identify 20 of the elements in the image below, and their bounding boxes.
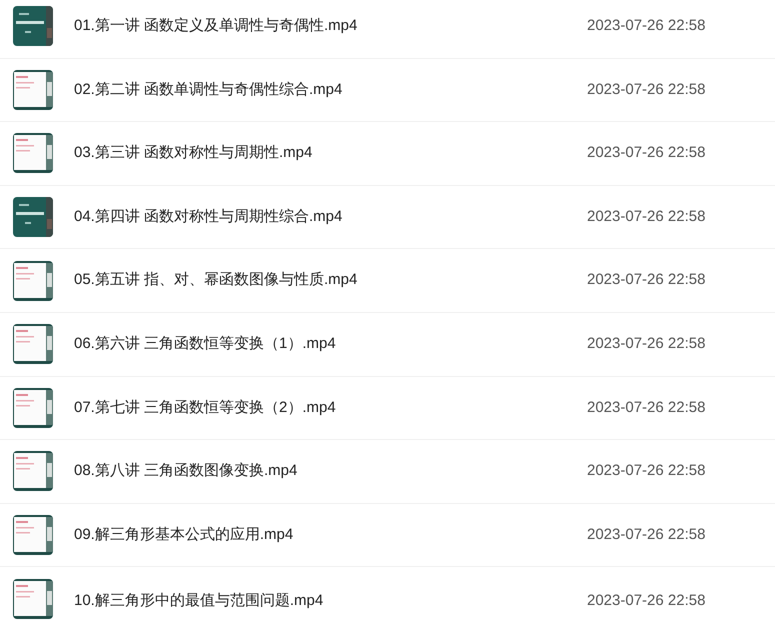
- file-name[interactable]: 05.第五讲 指、对、幂函数图像与性质.mp4: [74, 269, 358, 292]
- file-name[interactable]: 06.第六讲 三角函数恒等变换（1）.mp4: [74, 333, 336, 356]
- file-name[interactable]: 04.第四讲 函数对称性与周期性综合.mp4: [74, 206, 342, 228]
- file-name[interactable]: 03.第三讲 函数对称性与周期性.mp4: [74, 142, 312, 165]
- file-name[interactable]: 01.第一讲 函数定义及单调性与奇偶性.mp4: [74, 15, 358, 38]
- modified-date: 2023-07-26 22:58: [587, 524, 706, 545]
- file-name[interactable]: 10.解三角形中的最值与范围问题.mp4: [74, 590, 324, 613]
- modified-date: 2023-07-26 22:58: [587, 461, 706, 482]
- modified-date: 2023-07-26 22:58: [587, 398, 706, 418]
- file-name[interactable]: 07.第七讲 三角函数恒等变换（2）.mp4: [74, 396, 336, 420]
- modified-date: 2023-07-26 22:58: [587, 80, 706, 100]
- modified-date: 2023-07-26 22:58: [587, 334, 706, 354]
- file-name[interactable]: 09.解三角形基本公式的应用.mp4: [74, 524, 294, 546]
- modified-date: 2023-07-26 22:58: [587, 270, 706, 290]
- file-name[interactable]: 02.第二讲 函数单调性与奇偶性综合.mp4: [74, 78, 342, 102]
- modified-date: 2023-07-26 22:58: [587, 143, 706, 164]
- modified-date: 2023-07-26 22:58: [587, 16, 706, 36]
- modified-date: 2023-07-26 22:58: [587, 206, 706, 227]
- file-name[interactable]: 08.第八讲 三角函数图像变换.mp4: [74, 460, 298, 483]
- modified-date: 2023-07-26 22:58: [587, 591, 706, 612]
